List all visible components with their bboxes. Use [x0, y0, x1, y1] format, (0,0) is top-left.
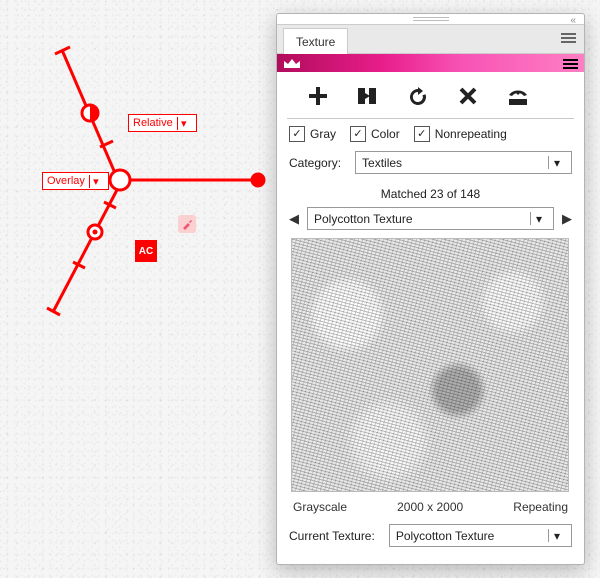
match-count: Matched 23 of 148 — [277, 187, 584, 201]
current-texture-label: Current Texture: — [289, 529, 375, 543]
caret-down-icon: ▾ — [530, 212, 547, 225]
reload-icon[interactable] — [405, 84, 431, 108]
checkmark-icon: ✓ — [350, 126, 366, 142]
apply-icon[interactable] — [355, 84, 381, 108]
tab-texture[interactable]: Texture — [283, 28, 348, 54]
next-texture-button[interactable]: ▶ — [562, 211, 572, 227]
texture-select[interactable]: Polycotton Texture ▾ — [307, 207, 554, 230]
grip-icon — [413, 17, 449, 21]
add-icon[interactable] — [305, 84, 331, 108]
category-select[interactable]: Textiles ▾ — [355, 151, 572, 174]
overlay-label: Overlay — [47, 175, 85, 187]
relative-dropdown[interactable]: Relative ▾ — [128, 114, 197, 132]
prev-texture-button[interactable]: ◀ — [289, 211, 299, 227]
texture-panel: « Texture ✓ Gray ✓ Color ✓ Nonrepeating Cat… — [276, 13, 585, 565]
checkbox-nonrepeating-label: Nonrepeating — [435, 127, 507, 141]
checkbox-gray[interactable]: ✓ Gray — [289, 126, 336, 142]
info-repeat: Repeating — [513, 500, 568, 514]
plugin-brandbar — [277, 54, 584, 72]
crown-icon — [283, 57, 301, 69]
category-value: Textiles — [362, 156, 548, 170]
brush-indicator — [178, 215, 196, 233]
checkbox-gray-label: Gray — [310, 127, 336, 141]
info-mode: Grayscale — [293, 500, 347, 514]
import-icon[interactable] — [505, 84, 531, 108]
caret-down-icon: ▾ — [548, 529, 565, 542]
checkbox-color[interactable]: ✓ Color — [350, 126, 400, 142]
info-dims: 2000 x 2000 — [397, 500, 463, 514]
plugin-menu-icon[interactable] — [563, 57, 578, 69]
panel-tabbar: Texture — [277, 24, 584, 54]
texture-info-bar: Grayscale 2000 x 2000 Repeating — [277, 496, 584, 522]
category-label: Category: — [289, 156, 341, 170]
delete-icon[interactable] — [455, 84, 481, 108]
overlay-dropdown[interactable]: Overlay ▾ — [42, 172, 109, 190]
texture-select-value: Polycotton Texture — [314, 212, 530, 226]
caret-down-icon: ▾ — [177, 117, 190, 130]
canvas-tool-overlay: Relative ▾ Overlay ▾ AC — [0, 0, 280, 400]
current-texture-value: Polycotton Texture — [396, 529, 548, 543]
texture-nav-row: ◀ Polycotton Texture ▾ ▶ — [277, 207, 584, 230]
checkmark-icon: ✓ — [289, 126, 305, 142]
panel-flyout-menu[interactable] — [561, 31, 576, 46]
toolbar — [287, 72, 574, 119]
texture-preview[interactable] — [291, 238, 569, 492]
checkmark-icon: ✓ — [414, 126, 430, 142]
caret-down-icon: ▾ — [89, 175, 102, 188]
checkbox-nonrepeating[interactable]: ✓ Nonrepeating — [414, 126, 507, 142]
category-row: Category: Textiles ▾ — [277, 149, 584, 181]
relative-label: Relative — [133, 117, 173, 129]
current-texture-select[interactable]: Polycotton Texture ▾ — [389, 524, 572, 547]
caret-down-icon: ▾ — [548, 156, 565, 169]
current-texture-row: Current Texture: Polycotton Texture ▾ — [277, 522, 584, 554]
checkbox-color-label: Color — [371, 127, 400, 141]
filter-checkbox-row: ✓ Gray ✓ Color ✓ Nonrepeating — [277, 119, 584, 149]
panel-titlebar[interactable]: « — [277, 14, 584, 24]
ac-badge: AC — [135, 240, 157, 262]
